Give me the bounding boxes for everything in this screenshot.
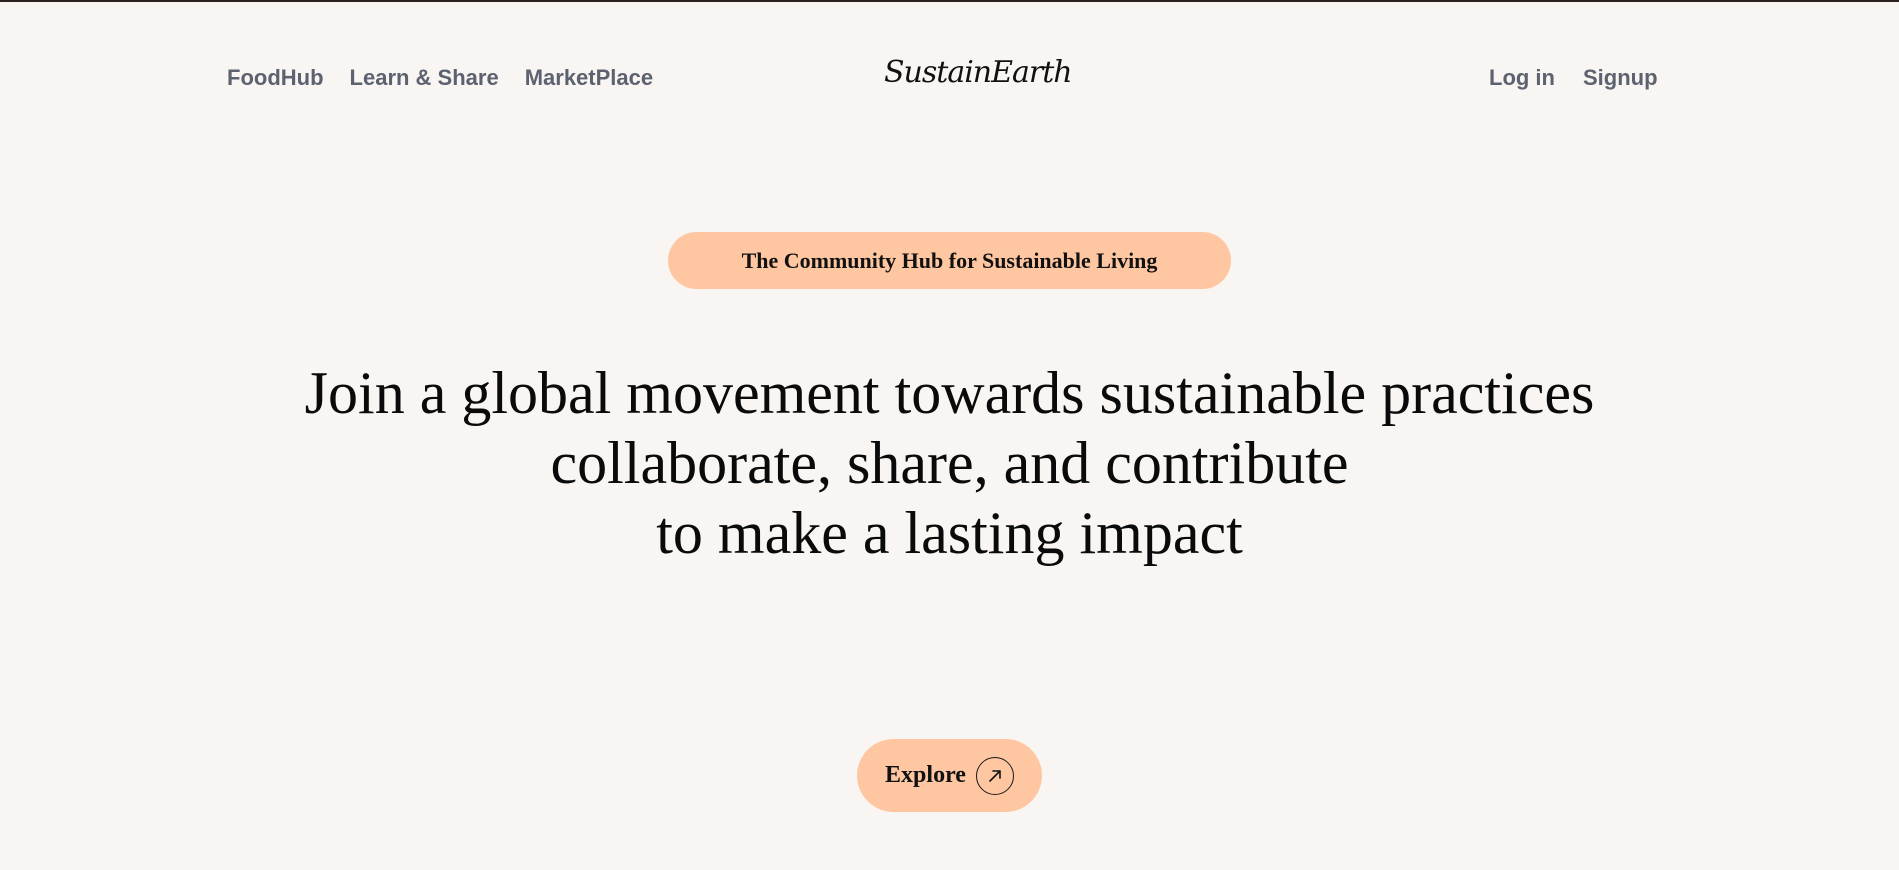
primary-nav: FoodHub Learn & Share MarketPlace: [227, 65, 653, 91]
tagline-badge: The Community Hub for Sustainable Living: [668, 232, 1231, 289]
explore-button[interactable]: Explore: [857, 739, 1042, 812]
signup-link[interactable]: Signup: [1583, 65, 1658, 91]
explore-label: Explore: [885, 762, 966, 788]
hero-line-3: to make a lasting impact: [656, 500, 1243, 566]
logo[interactable]: SustainEarth: [884, 55, 1073, 90]
hero-line-1: Join a global movement towards sustainab…: [304, 360, 1595, 426]
arrow-up-right-icon: [975, 756, 1014, 795]
nav-link-marketplace[interactable]: MarketPlace: [525, 65, 653, 91]
auth-nav: Log in Signup: [1489, 65, 1658, 91]
login-link[interactable]: Log in: [1489, 65, 1555, 91]
nav-link-learn-share[interactable]: Learn & Share: [350, 65, 499, 91]
nav-link-foodhub[interactable]: FoodHub: [227, 65, 324, 91]
top-border: [0, 0, 1899, 2]
hero-line-2: collaborate, share, and contribute: [550, 430, 1349, 496]
hero-headline: Join a global movement towards sustainab…: [210, 358, 1689, 568]
